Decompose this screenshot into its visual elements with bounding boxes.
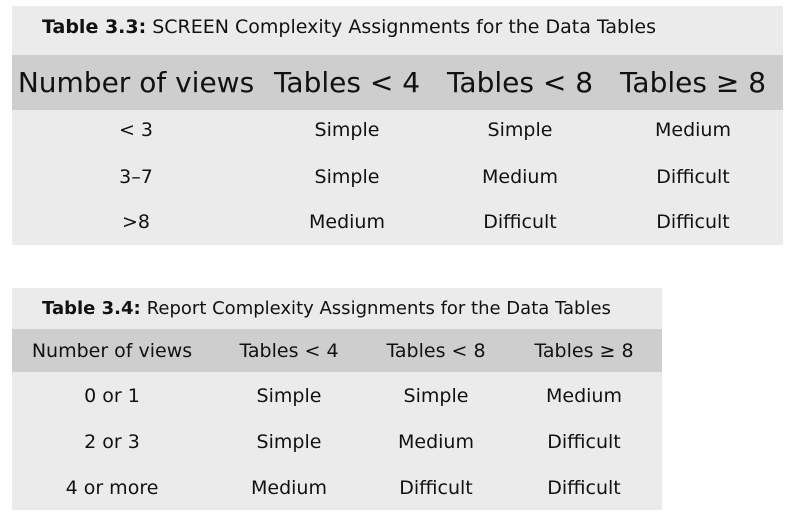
- table-cell: Medium: [398, 431, 474, 453]
- table-cell: 0 or 1: [84, 385, 140, 407]
- table-cell: Simple: [487, 119, 553, 141]
- table-header-row: Number of views Tables < 4 Tables < 8 Ta…: [12, 329, 662, 372]
- table-row: 4 or more Medium Difficult Difficult: [12, 465, 662, 511]
- table-cell: Simple: [403, 385, 469, 407]
- table-cell: Simple: [256, 385, 322, 407]
- table-cell: Medium: [251, 477, 327, 499]
- table-cell: Medium: [546, 385, 622, 407]
- table-cell: Medium: [655, 119, 731, 141]
- table-cell: Difficult: [547, 477, 621, 499]
- table-cell: Difficult: [483, 211, 557, 233]
- table-caption-label: Table 3.4:: [42, 297, 141, 319]
- table-cell: 4 or more: [65, 477, 159, 499]
- header-tables-ge-8: Tables ≥ 8: [619, 66, 767, 99]
- table-caption-label: Table 3.3:: [42, 16, 147, 38]
- table-cell: Difficult: [656, 166, 730, 188]
- table-cell: Difficult: [547, 431, 621, 453]
- table-row: 0 or 1 Simple Simple Medium: [12, 373, 662, 419]
- table-row: 3–7 Simple Medium Difficult: [12, 154, 783, 200]
- table-row: >8 Medium Difficult Difficult: [12, 199, 783, 245]
- header-number-of-views: Number of views: [31, 339, 193, 362]
- table-caption: Table 3.4: Report Complexity Assignments…: [12, 288, 662, 328]
- table-cell: Simple: [314, 166, 380, 188]
- header-tables-lt-8: Tables < 8: [446, 66, 594, 99]
- table-caption-text: SCREEN Complexity Assignments for the Da…: [152, 16, 656, 38]
- header-tables-lt-8: Tables < 8: [386, 339, 486, 362]
- table-caption: Table 3.3: SCREEN Complexity Assignments…: [12, 6, 783, 48]
- table-cell: >8: [121, 211, 150, 233]
- table-row: < 3 Simple Simple Medium: [12, 107, 783, 153]
- table-cell: Simple: [256, 431, 322, 453]
- table-cell: Medium: [482, 166, 558, 188]
- screen-complexity-table: Table 3.3: SCREEN Complexity Assignments…: [12, 6, 783, 245]
- header-tables-lt-4: Tables < 4: [273, 66, 421, 99]
- table-cell: < 3: [118, 119, 154, 141]
- table-cell: Difficult: [399, 477, 473, 499]
- header-number-of-views: Number of views: [17, 66, 255, 99]
- table-cell: Medium: [309, 211, 385, 233]
- header-tables-ge-8: Tables ≥ 8: [534, 339, 634, 362]
- table-row: 2 or 3 Simple Medium Difficult: [12, 419, 662, 465]
- table-caption-text: Report Complexity Assignments for the Da…: [146, 297, 611, 319]
- table-cell: 3–7: [119, 166, 153, 188]
- header-tables-lt-4: Tables < 4: [239, 339, 339, 362]
- table-cell: Difficult: [656, 211, 730, 233]
- table-cell: 2 or 3: [84, 431, 140, 453]
- table-cell: Simple: [314, 119, 380, 141]
- table-header-row: Number of views Tables < 4 Tables < 8 Ta…: [12, 55, 783, 110]
- report-complexity-table: Table 3.4: Report Complexity Assignments…: [12, 288, 662, 510]
